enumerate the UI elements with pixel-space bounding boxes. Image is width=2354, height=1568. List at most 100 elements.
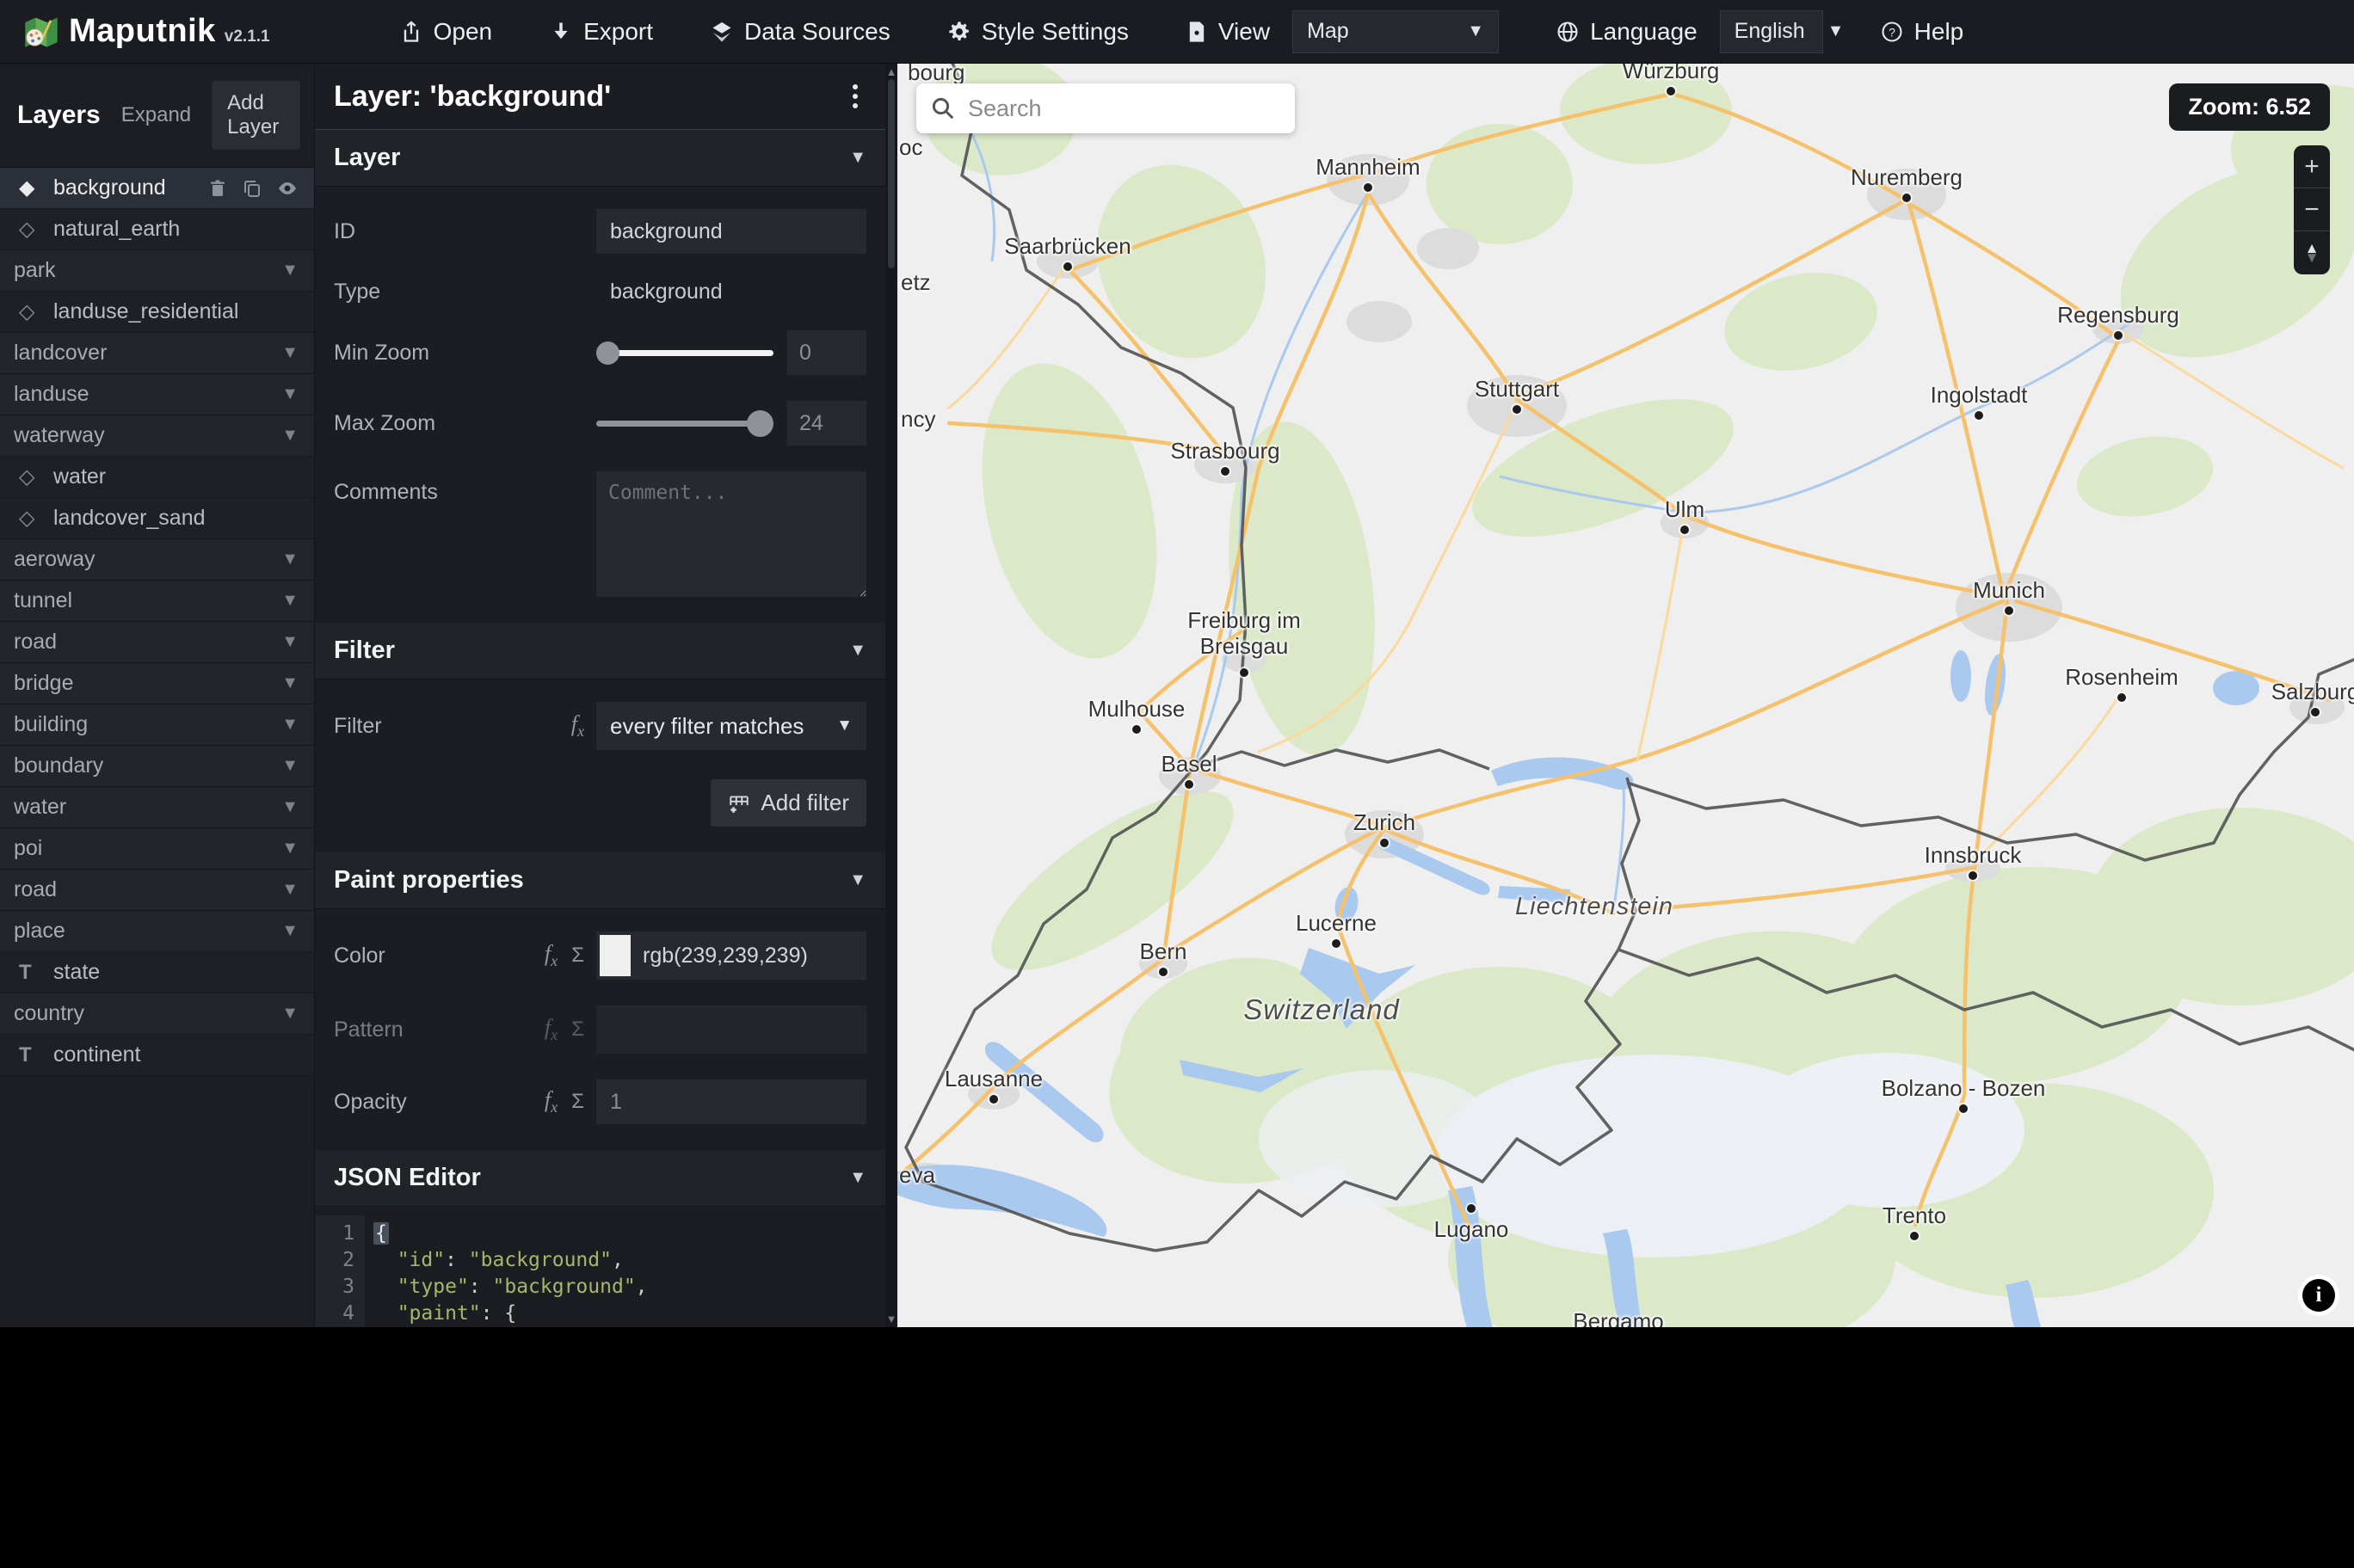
layer-item-country[interactable]: country ▼ [0, 993, 314, 1035]
min-zoom-slider[interactable] [596, 330, 773, 375]
layer-item-road[interactable]: road ▼ [0, 622, 314, 663]
layer-item-natural_earth[interactable]: ◇ natural_earth [0, 209, 314, 250]
editor-scrollbar[interactable]: ▲ ▼ [885, 64, 897, 1327]
layer-item-building[interactable]: building ▼ [0, 704, 314, 746]
section-header-filter[interactable]: Filter ▼ [315, 623, 885, 679]
layer-item-label: background [53, 175, 166, 200]
export-button[interactable]: Export [549, 18, 653, 46]
maputnik-app: Maputnik v2.1.1 Open Export Data Sources… [0, 0, 2354, 1568]
attribution-info-button[interactable]: i [2302, 1279, 2335, 1312]
scrollbar-thumb[interactable] [888, 79, 895, 268]
scroll-up-icon[interactable]: ▲ [886, 65, 897, 78]
layers-panel-header: Layers Expand Add Layer [0, 64, 314, 167]
color-swatch[interactable] [600, 935, 631, 976]
data-sources-button[interactable]: Data Sources [710, 18, 890, 46]
layer-item-label: landcover [14, 341, 108, 365]
layer-item-water[interactable]: water ▼ [0, 787, 314, 828]
min-zoom-value[interactable]: 0 [787, 330, 866, 375]
duplicate-layer-button[interactable] [242, 178, 262, 199]
add-filter-label: Add filter [761, 790, 849, 815]
help-label: Help [1913, 17, 1964, 45]
layer-item-waterway[interactable]: waterway ▼ [0, 415, 314, 457]
sigma-icon[interactable]: Σ [571, 1090, 584, 1114]
layer-item-label: building [14, 712, 89, 736]
id-input[interactable]: background [596, 209, 866, 254]
layers-title: Layers [17, 101, 101, 129]
function-icon[interactable]: fx [545, 1015, 558, 1044]
chevron-down-icon: ▼ [281, 715, 299, 734]
pattern-input[interactable] [596, 1005, 866, 1054]
filter-combinator-select[interactable]: every filter matches ▼ [596, 702, 866, 750]
layer-item-tunnel[interactable]: tunnel ▼ [0, 581, 314, 622]
color-input[interactable]: rgb(239,239,239) [596, 932, 866, 980]
layer-item-landuse_residential[interactable]: ◇ landuse_residential [0, 292, 314, 333]
layer-item-label: tunnel [14, 588, 73, 612]
layer-item-label: water [14, 795, 67, 819]
map-search-box[interactable] [916, 83, 1295, 133]
add-filter-icon [730, 795, 749, 813]
map-controls: + − ▲ ▼ [2294, 145, 2330, 274]
layer-actions-menu-button[interactable] [844, 79, 866, 114]
layer-item-park[interactable]: park ▼ [0, 250, 314, 292]
layer-item-landcover[interactable]: landcover ▼ [0, 333, 314, 374]
code-line: "paint": { [397, 1302, 517, 1325]
layer-item-poi[interactable]: poi ▼ [0, 828, 314, 870]
export-label: Export [583, 17, 654, 45]
section-header-json[interactable]: JSON Editor ▼ [315, 1150, 885, 1207]
zoom-in-button[interactable]: + [2294, 145, 2330, 188]
layer-type-icon: ◆ [19, 176, 35, 200]
pitch-toggle-button[interactable]: ▲ ▼ [2294, 231, 2330, 274]
scroll-down-icon[interactable]: ▼ [886, 1313, 897, 1325]
function-icon[interactable]: fx [545, 941, 558, 970]
comments-textarea[interactable] [596, 471, 866, 597]
style-settings-button[interactable]: Style Settings [947, 18, 1129, 46]
max-zoom-value[interactable]: 24 [787, 401, 866, 446]
max-zoom-slider[interactable] [596, 401, 773, 446]
map-canvas[interactable]: bourg oc Würzburg Mannheim Nuremberg Saarbrüc… [897, 64, 2354, 1327]
search-input[interactable] [968, 95, 1281, 122]
layer-item-label: state [53, 960, 101, 984]
layer-editor-panel: Layer: 'background' Layer ▼ ID backgroun… [315, 64, 897, 1327]
layer-item-place[interactable]: place ▼ [0, 911, 314, 952]
help-button[interactable]: ? Help [1880, 17, 1964, 46]
layer-item-landcover_sand[interactable]: ◇ landcover_sand [0, 498, 314, 539]
layer-item-water[interactable]: ◇ water [0, 457, 314, 498]
layer-item-background[interactable]: ◆ background [0, 168, 314, 209]
section-header-paint[interactable]: Paint properties ▼ [315, 852, 885, 909]
app-name: Maputnik [69, 12, 216, 49]
layer-item-state[interactable]: Tstate [0, 952, 314, 993]
layer-item-landuse[interactable]: landuse ▼ [0, 374, 314, 415]
layer-item-continent[interactable]: Tcontinent [0, 1035, 314, 1076]
toggle-visibility-button[interactable] [276, 178, 299, 199]
view-select-value: Map [1307, 19, 1349, 43]
map-geometry [897, 64, 2354, 1327]
expand-button[interactable]: Expand [113, 95, 200, 136]
app-window: Maputnik v2.1.1 Open Export Data Sources… [0, 0, 2354, 1327]
code-line: { [373, 1222, 389, 1245]
layer-item-road[interactable]: road ▼ [0, 870, 314, 911]
add-layer-button[interactable]: Add Layer [212, 81, 300, 150]
layer-item-boundary[interactable]: boundary ▼ [0, 746, 314, 787]
add-filter-button[interactable]: Add filter [711, 779, 866, 827]
sigma-icon[interactable]: Σ [571, 944, 584, 968]
json-editor-code[interactable]: { "id": "background", "type": "backgroun… [365, 1215, 885, 1327]
section-header-layer[interactable]: Layer ▼ [315, 130, 885, 187]
language-select[interactable]: English ▼ [1719, 9, 1844, 53]
view-select[interactable]: Map ▼ [1292, 9, 1500, 53]
json-editor[interactable]: 1234567 { "id": "background", "type": "b… [315, 1207, 885, 1327]
open-button[interactable]: Open [399, 18, 492, 46]
opacity-input[interactable]: 1 [596, 1079, 866, 1124]
function-icon[interactable]: fx [571, 711, 584, 741]
maputnik-logo-icon [25, 17, 58, 47]
delete-layer-button[interactable] [207, 178, 228, 199]
layer-item-aeroway[interactable]: aeroway ▼ [0, 539, 314, 581]
zoom-out-button[interactable]: − [2294, 188, 2330, 231]
layer-item-bridge[interactable]: bridge ▼ [0, 663, 314, 704]
layer-item-label: country [14, 1001, 84, 1025]
sigma-icon[interactable]: Σ [571, 1018, 584, 1042]
chevron-down-icon: ▼ [281, 632, 299, 651]
chevron-down-icon: ▼ [281, 756, 299, 775]
code-line: "id": "background", [397, 1249, 624, 1271]
function-icon[interactable]: fx [545, 1087, 558, 1116]
chevron-down-icon: ▼ [1467, 22, 1485, 40]
